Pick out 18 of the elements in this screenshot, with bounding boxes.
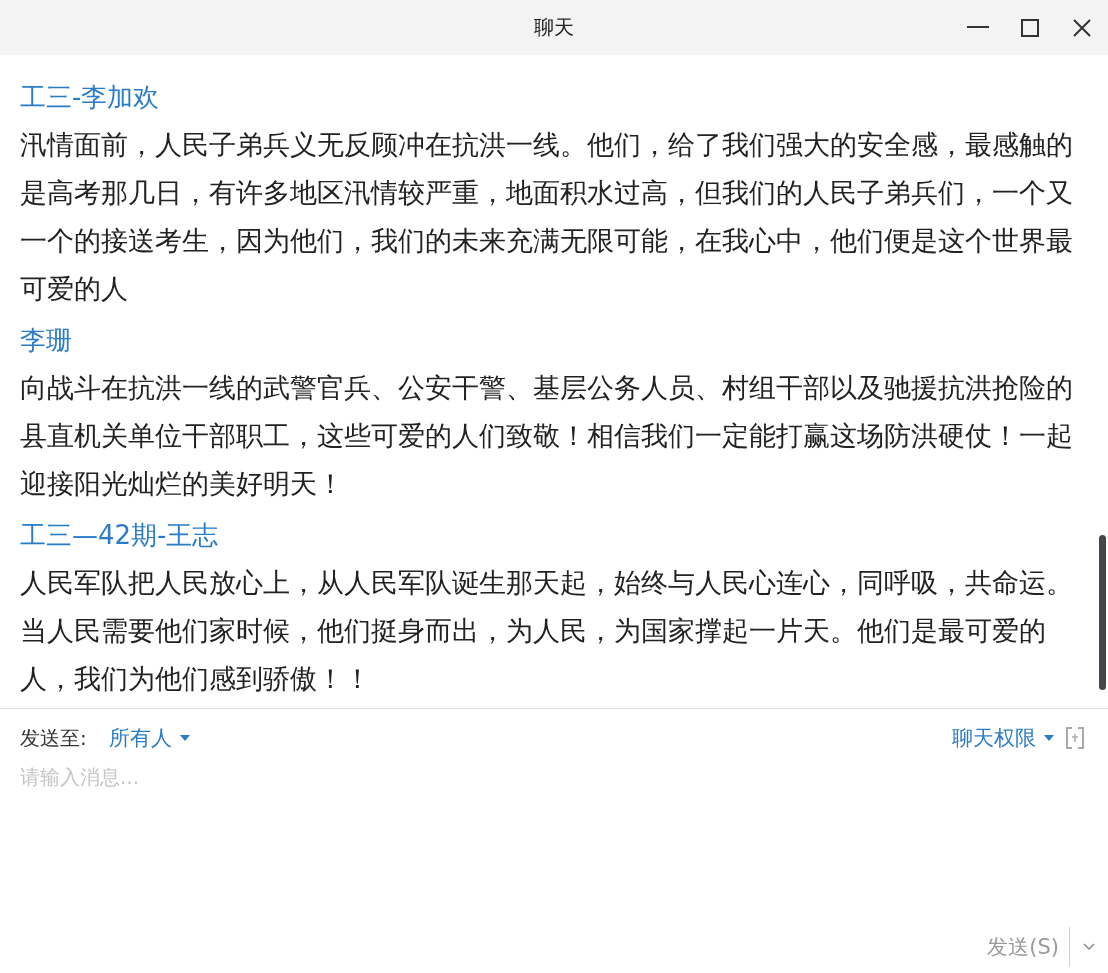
message-text: 人民军队把人民放心上，从人民军队诞生那天起，始终与人民心连心，同呼吸，共命运。当人民需要他们家时候，他们挺身而出，为人民，为国家撑起一片天。他们是最可爱的人，我们为他们感到骄傲！！ — [20, 566, 1074, 696]
scrollbar-thumb[interactable] — [1099, 535, 1106, 690]
sender-name: 工三—42期-王志 — [20, 519, 220, 552]
recipient-dropdown[interactable]: 所有人 — [108, 724, 190, 752]
maximize-icon — [1021, 18, 1039, 37]
message-text: 汛情面前，人民子弟兵义无反顾冲在抗洪一线。他们，给了我们强大的安全感，最感触的是高考那几日，有许多地区汛情较严重，地面积水过高，但我们的人民子弟兵们，一个又一个的接送考生，因为他们，我们的未来充满无限可能，在我心中，他们便是这个世界最可爱的人 — [20, 128, 1074, 306]
sender-name: 李珊 — [20, 324, 73, 357]
permission-dropdown[interactable]: 聊天权限 — [952, 724, 1054, 752]
expand-icon[interactable] — [1066, 727, 1084, 749]
close-icon — [1073, 18, 1091, 37]
chevron-down-icon — [1083, 943, 1095, 951]
caret-icon — [179, 735, 190, 741]
sender-name: 工三-李加欢 — [20, 81, 161, 114]
caret-icon — [1044, 735, 1054, 741]
message-text: 向战斗在抗洪一线的武警官兵、公安干警、基层公务人员、村组干部以及驰援抗洪抢险的县直机关单位干部职工，这些可爱的人们致敬！相信我们一定能打赢这场防洪硬仗！一起迎接阳光灿烂的美好明天！ — [20, 371, 1074, 501]
send-to-label: 发送至: — [20, 724, 87, 752]
minimize-icon — [967, 26, 989, 29]
window-title: 聊天 — [534, 14, 574, 41]
